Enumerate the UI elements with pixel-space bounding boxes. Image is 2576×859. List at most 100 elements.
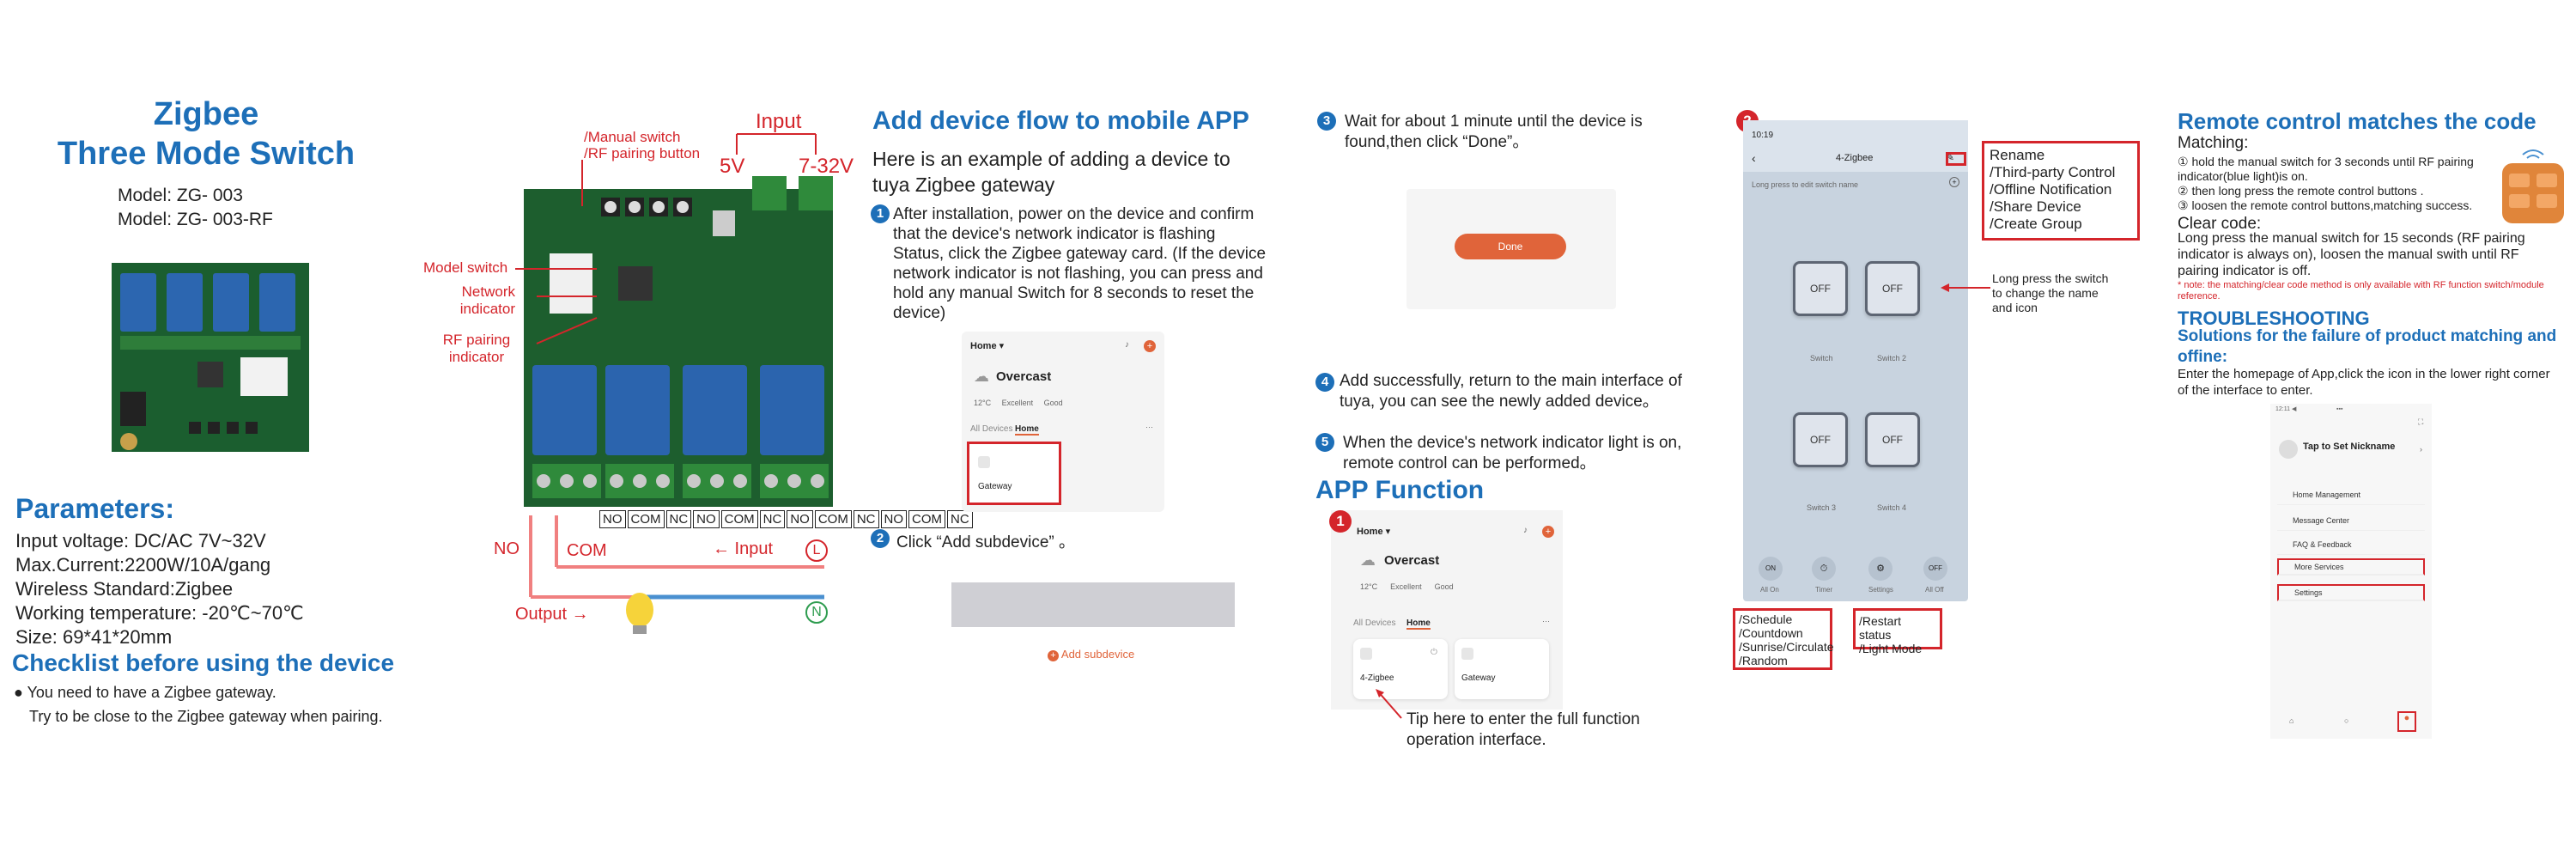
hint-row: Long press to edit switch name (1752, 180, 1859, 189)
checklist-item-2: Try to be close to the Zigbee gateway wh… (29, 708, 383, 725)
back-icon[interactable]: ‹ (1752, 151, 1756, 165)
board-photo-small (112, 263, 309, 452)
menu-home-management[interactable]: Home Management (2277, 484, 2425, 505)
step5-number: 5 (1315, 433, 1334, 452)
step3-number: 3 (1317, 112, 1336, 131)
label-rf-button: /RF pairing button (584, 145, 701, 161)
menu-more-services[interactable]: More Services (2277, 558, 2425, 576)
label-rf-indicator: RF pairing indicator (442, 332, 511, 365)
param-input-voltage: Input voltage: DC/AC 7V~32V (15, 530, 266, 551)
tab-home[interactable]: Home (1015, 424, 1039, 436)
label-input: Input (756, 110, 802, 133)
switch-4-label: Switch 4 (1877, 503, 1907, 512)
nickname-label[interactable]: Tap to Set Nickname (2303, 442, 2395, 452)
step2-number: 2 (871, 529, 890, 548)
gateway-card[interactable]: Gateway (967, 442, 1061, 505)
device-card-gateway[interactable]: Gateway (1455, 639, 1549, 699)
timer-button[interactable]: ⏱ (1812, 557, 1836, 581)
avatar[interactable] (2279, 440, 2298, 459)
settings-button[interactable]: ⚙ (1868, 557, 1893, 581)
terminal-no-4: NO (880, 510, 908, 528)
add-icon[interactable]: + (1144, 340, 1156, 352)
param-size: Size: 69*41*20mm (15, 626, 173, 648)
option-restart-status: /Restart status (1859, 614, 1902, 642)
matching-step-1: ① hold the manual switch for 3 seconds u… (2178, 155, 2474, 183)
badge-1-number: 1 (1329, 510, 1352, 533)
gateway-label: Gateway (978, 482, 1012, 491)
all-off-label: All Off (1925, 586, 1944, 594)
add-subdevice-label: Add subdevice (1060, 648, 1135, 661)
terminal-nc-4: NC (947, 510, 973, 528)
menu-message-center[interactable]: Message Center (2277, 510, 2425, 531)
more-icon-2[interactable]: ··· (1542, 617, 1550, 625)
device-icon-2 (1461, 648, 1473, 660)
nav-scene-icon[interactable]: ○ (2344, 716, 2348, 725)
power-icon[interactable]: ⏻ (1431, 648, 1437, 657)
matching-step-2: ② then long press the remote control but… (2178, 184, 2424, 198)
note-text: * note: the matching/clear code method i… (2178, 280, 2544, 302)
step1-badge: 1 (871, 204, 890, 223)
tab-all-devices-2[interactable]: All Devices (1353, 618, 1395, 628)
phone-switch-screen: 10:19 ‹ 4-Zigbee ✎ Long press to edit sw… (1743, 120, 1968, 601)
cloud-icon: ☁ (974, 368, 989, 385)
tab-home-2[interactable]: Home (1406, 618, 1431, 630)
switch-3-button[interactable]: OFF (1793, 412, 1848, 467)
edit-highlight (1946, 152, 1966, 166)
switch-1-state: OFF (1810, 283, 1831, 295)
product-title-line2: Three Mode Switch (57, 136, 355, 172)
label-com: COM (567, 541, 607, 560)
more-icon[interactable]: ··· (1145, 423, 1153, 431)
profile-status-bar: 12:11 ◀ ▪▪▪ (2275, 406, 2343, 412)
step2-badge: 2 (871, 529, 890, 548)
home-dropdown-2[interactable]: Home ▾ (1357, 526, 1390, 537)
settings-options-box: /Restart status /Light Mode (1853, 608, 1942, 655)
rename-options-box: Rename /Third-party Control /Offline Not… (1982, 141, 2140, 241)
wiring-diagram (529, 515, 824, 634)
all-on-label: All On (1760, 586, 1779, 594)
add-subdevice-link[interactable]: + Add subdevice (1048, 648, 1134, 661)
all-on-button[interactable]: ON (1759, 557, 1783, 581)
checklist-item-1: ● You need to have a Zigbee gateway. (14, 684, 276, 701)
model-1: Model: ZG- 003 (118, 186, 243, 205)
add-circle-icon[interactable]: + (1949, 177, 1959, 187)
device-name-1: 4-Zigbee (1360, 673, 1394, 683)
scan-icon[interactable]: ⛶ (2418, 417, 2423, 427)
tab-all-devices[interactable]: All Devices (970, 424, 1012, 434)
step5-badge: 5 (1315, 433, 1334, 452)
switch-2-label: Switch 2 (1877, 354, 1907, 362)
phone-home-screen-2: 1 Home ▾ + ♪ ☁ Overcast 12°C Excellent G… (1329, 510, 1563, 710)
done-button[interactable]: Done (1455, 234, 1566, 259)
mic-icon[interactable]: ♪ (1125, 340, 1129, 350)
menu-faq-feedback[interactable]: FAQ & Feedback (2277, 534, 2425, 555)
switch-2-button[interactable]: OFF (1865, 261, 1920, 316)
switch-4-button[interactable]: OFF (1865, 412, 1920, 467)
menu-settings[interactable]: Settings (2277, 584, 2425, 601)
param-temperature: Working temperature: -20℃~70℃ (15, 602, 304, 624)
clear-code-text: Long press the manual switch for 15 seco… (2178, 231, 2525, 278)
chevron-right-icon: › (2420, 445, 2422, 454)
all-off-button[interactable]: OFF (1923, 557, 1947, 581)
menu-message-center-label: Message Center (2293, 515, 2350, 525)
option-rename: Rename (1990, 147, 2045, 163)
terminal-nc-3: NC (853, 510, 879, 528)
nav-profile-icon[interactable]: ● (2397, 711, 2416, 732)
label-model-switch: Model switch (423, 259, 508, 276)
terminal-com-4: COM (908, 510, 946, 528)
mic-icon-2[interactable]: ♪ (1523, 526, 1528, 535)
nav-home-icon[interactable]: ⌂ (2289, 716, 2293, 725)
settings-label: Settings (1868, 586, 1893, 594)
param-max-current: Max.Current:2200W/10A/gang (15, 554, 271, 576)
step4-number: 4 (1315, 373, 1334, 392)
device-name-2: Gateway (1461, 673, 1496, 683)
option-random: /Random (1739, 654, 1788, 667)
matching-heading: Matching: (2178, 134, 2249, 152)
home-dropdown[interactable]: Home ▾ (970, 340, 1004, 351)
home-label: Home (970, 341, 997, 351)
step2-text: Click “Add subdevice” 。 (896, 533, 1076, 551)
option-countdown: /Countdown (1739, 626, 1803, 640)
switch-1-button[interactable]: OFF (1793, 261, 1848, 316)
step3-badge: 3 (1317, 112, 1336, 131)
option-schedule: /Schedule (1739, 612, 1793, 626)
add-icon-2[interactable]: + (1542, 526, 1554, 538)
switch-3-state: OFF (1810, 434, 1831, 446)
